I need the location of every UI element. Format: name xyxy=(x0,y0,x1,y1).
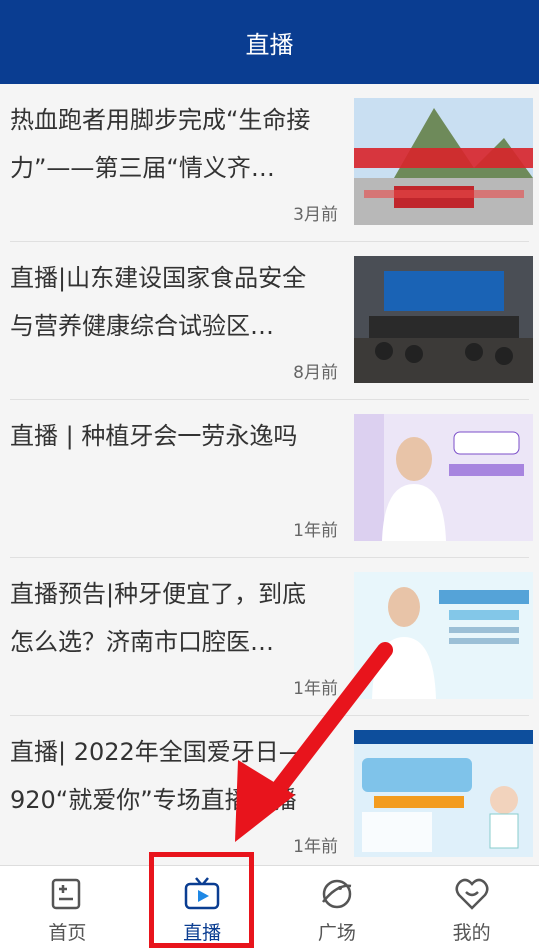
page-title: 直播 xyxy=(245,30,294,59)
item-title: 直播| 2022年全国爱牙日—920“就爱你”专场直播联播 xyxy=(10,738,303,814)
list-item[interactable]: 热血跑者用脚步完成“生命接力”——第三届“情义齐… 3月前 xyxy=(10,84,533,242)
item-title: 直播预告|种牙便宜了，到底怎么选？济南市口腔医… xyxy=(10,580,307,656)
item-thumbnail xyxy=(354,256,533,383)
tab-square[interactable]: 广场 xyxy=(270,866,405,951)
item-time: 8月前 xyxy=(293,363,338,383)
home-icon xyxy=(52,878,81,910)
live-list[interactable]: 热血跑者用脚步完成“生命接力”——第三届“情义齐… 3月前 直播|山东建设国家食… xyxy=(0,84,539,874)
tab-home[interactable]: 首页 xyxy=(0,866,135,951)
item-time: 3月前 xyxy=(293,205,338,225)
item-thumbnail xyxy=(354,572,533,699)
item-thumbnail xyxy=(354,730,533,857)
tab-label: 广场 xyxy=(317,922,356,944)
app-header: 直播 xyxy=(0,0,539,84)
bottom-tab-bar: 首页 直播 广场 我的 xyxy=(0,865,539,951)
annotation-highlight-box xyxy=(149,852,254,948)
tab-mine[interactable]: 我的 xyxy=(404,866,539,951)
item-time: 1年前 xyxy=(293,521,338,541)
item-title: 热血跑者用脚步完成“生命接力”——第三届“情义齐… xyxy=(10,106,311,182)
item-thumbnail xyxy=(354,98,533,225)
item-title: 直播|山东建设国家食品安全与营养健康综合试验区… xyxy=(10,264,307,340)
item-thumbnail xyxy=(354,414,533,541)
item-time: 1年前 xyxy=(293,679,338,699)
list-item[interactable]: 直播 | 种植牙会一劳永逸吗 1年前 xyxy=(10,400,533,558)
planet-icon xyxy=(321,879,352,909)
list-item[interactable]: 直播预告|种牙便宜了，到底怎么选？济南市口腔医… 1年前 xyxy=(10,558,533,716)
item-title: 直播 | 种植牙会一劳永逸吗 xyxy=(10,422,298,450)
tab-label: 首页 xyxy=(48,922,87,944)
heart-smile-icon xyxy=(455,878,489,910)
list-item[interactable]: 直播|山东建设国家食品安全与营养健康综合试验区… 8月前 xyxy=(10,242,533,400)
item-time: 1年前 xyxy=(293,837,338,857)
tab-label: 我的 xyxy=(452,922,491,944)
list-item[interactable]: 直播| 2022年全国爱牙日—920“就爱你”专场直播联播 1年前 xyxy=(10,716,533,874)
